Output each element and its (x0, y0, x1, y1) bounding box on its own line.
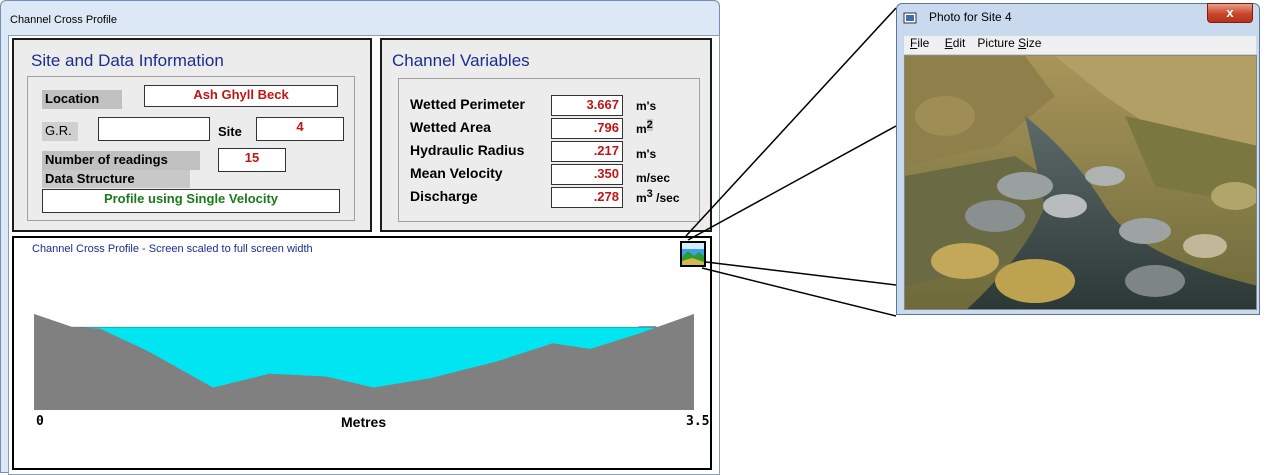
site-photo (904, 55, 1257, 310)
readings-field[interactable]: 15 (218, 148, 286, 172)
menu-file-rest: ile (917, 36, 930, 50)
location-label: Location (42, 90, 122, 109)
discharge-unit-tail: /sec (652, 191, 680, 205)
channel-variables-heading: Channel Variables (392, 51, 530, 70)
photo-window-title: Photo for Site 4 (929, 10, 1012, 24)
mean-velocity-value[interactable]: .350 (551, 164, 623, 185)
site-field[interactable]: 4 (256, 117, 344, 141)
wetted-area-unit-sup: 2 (646, 119, 653, 131)
x-axis-start-label: 0 (36, 414, 44, 429)
photo-menubar: File Edit Picture Size (904, 36, 1256, 55)
structure-label: Data Structure (42, 170, 190, 188)
main-window-title: Channel Cross Profile (10, 14, 117, 26)
site-info-heading: Site and Data Information (31, 51, 224, 70)
discharge-value[interactable]: .278 (551, 187, 623, 208)
cross-profile-chart (34, 300, 694, 410)
wetted-area-unit: m2 (636, 119, 653, 136)
mean-velocity-unit: m/sec (636, 171, 671, 185)
structure-field[interactable]: Profile using Single Velocity (42, 189, 340, 213)
wetted-perimeter-label: Wetted Perimeter (410, 96, 525, 112)
photo-window-app-icon (903, 11, 917, 24)
wetted-perimeter-unit: m's (636, 99, 657, 113)
wetted-area-value[interactable]: .796 (551, 118, 623, 139)
menu-file[interactable]: File (910, 36, 929, 50)
site-label: Site (218, 124, 242, 139)
hydraulic-radius-unit: m's (636, 147, 657, 161)
wetted-perimeter-value[interactable]: 3.667 (551, 95, 623, 116)
wetted-area-unit-base: m (636, 122, 647, 136)
hydraulic-radius-label: Hydraulic Radius (410, 142, 525, 158)
location-field[interactable]: Ash Ghyll Beck (144, 85, 338, 107)
discharge-unit-base: m (636, 191, 647, 205)
readings-label: Number of readings (42, 151, 200, 170)
discharge-label: Discharge (410, 188, 478, 204)
menu-picture-size[interactable]: Picture Size (977, 36, 1041, 50)
gr-field[interactable] (98, 117, 210, 141)
photo-callout-lines (685, 7, 897, 317)
site-photo-image (905, 56, 1256, 309)
menu-edit[interactable]: Edit (945, 36, 966, 50)
cross-profile-caption: Channel Cross Profile - Screen scaled to… (32, 243, 313, 255)
x-axis-label: Metres (341, 414, 387, 430)
wetted-area-label: Wetted Area (410, 119, 491, 135)
above-water-area (34, 300, 694, 327)
x-axis-end-label: 3.5 (686, 414, 710, 429)
close-icon: x (1226, 5, 1234, 20)
discharge-unit: m3 /sec (636, 188, 680, 205)
close-button[interactable]: x (1207, 3, 1253, 23)
gr-label: G.R. (42, 122, 78, 141)
hydraulic-radius-value[interactable]: .217 (551, 141, 623, 162)
mean-velocity-label: Mean Velocity (410, 165, 503, 181)
